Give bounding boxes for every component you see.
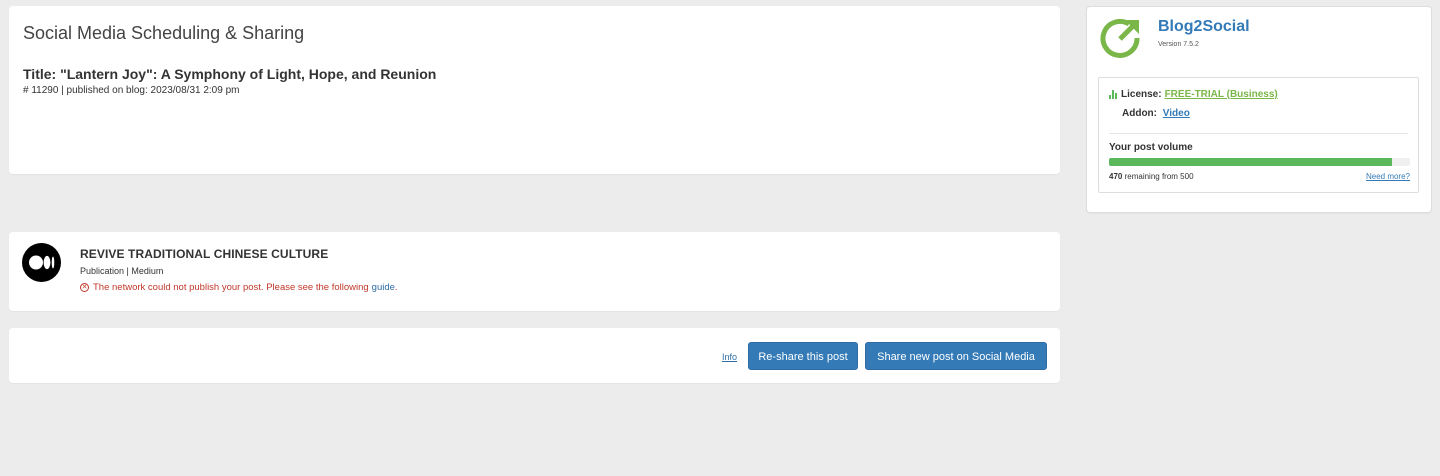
post-volume-progress: [1109, 158, 1410, 166]
addon-label: Addon:: [1122, 108, 1157, 119]
license-link[interactable]: FREE-TRIAL (Business): [1165, 89, 1278, 100]
blog2social-logo-icon: [1099, 16, 1143, 60]
post-volume-progress-fill: [1109, 158, 1392, 166]
app-name: Blog2Social: [1158, 18, 1250, 35]
post-title: Title: "Lantern Joy": A Symphony of Ligh…: [23, 66, 437, 82]
medium-logo-icon: [22, 243, 61, 282]
post-meta: # 11290 | published on blog: 2023/08/31 …: [23, 85, 240, 96]
bar-chart-icon: [1109, 90, 1118, 99]
network-account-name: REVIVE TRADITIONAL CHINESE CULTURE: [80, 247, 329, 261]
action-panel: Info Re-share this post Share new post o…: [9, 328, 1060, 383]
reshare-button[interactable]: Re-share this post: [748, 342, 858, 370]
info-link[interactable]: Info: [722, 352, 737, 362]
error-suffix: .: [394, 282, 398, 293]
addon-row: Addon: Video: [1122, 108, 1190, 119]
remaining-count: 470: [1109, 172, 1123, 181]
error-text: The network could not publish your post.…: [93, 282, 369, 293]
network-error-message: ✕ The network could not publish your pos…: [80, 282, 398, 293]
license-label: License:: [1121, 89, 1162, 100]
guide-link[interactable]: guide: [372, 282, 395, 293]
license-box: License: FREE-TRIAL (Business) Addon: Vi…: [1098, 77, 1419, 193]
page-title: Social Media Scheduling & Sharing: [23, 23, 305, 43]
error-circle-icon: ✕: [80, 283, 89, 292]
remaining-text: remaining from 500: [1124, 172, 1194, 181]
network-account-type: Publication | Medium: [80, 266, 164, 276]
divider: [1109, 133, 1408, 134]
license-row: License: FREE-TRIAL (Business): [1109, 89, 1278, 100]
network-result-panel: REVIVE TRADITIONAL CHINESE CULTURE Publi…: [9, 232, 1060, 311]
need-more-link[interactable]: Need more?: [1366, 172, 1410, 181]
post-header-panel: Social Media Scheduling & Sharing Title:…: [9, 6, 1060, 174]
post-volume-remaining: 470 remaining from 500: [1109, 172, 1194, 181]
addon-link[interactable]: Video: [1163, 108, 1190, 119]
blog2social-sidebar: Blog2Social Version 7.5.2 License: FREE-…: [1086, 6, 1432, 213]
share-new-post-button[interactable]: Share new post on Social Media: [865, 342, 1047, 370]
post-volume-label: Your post volume: [1109, 142, 1193, 153]
app-version: Version 7.5.2: [1158, 41, 1199, 48]
